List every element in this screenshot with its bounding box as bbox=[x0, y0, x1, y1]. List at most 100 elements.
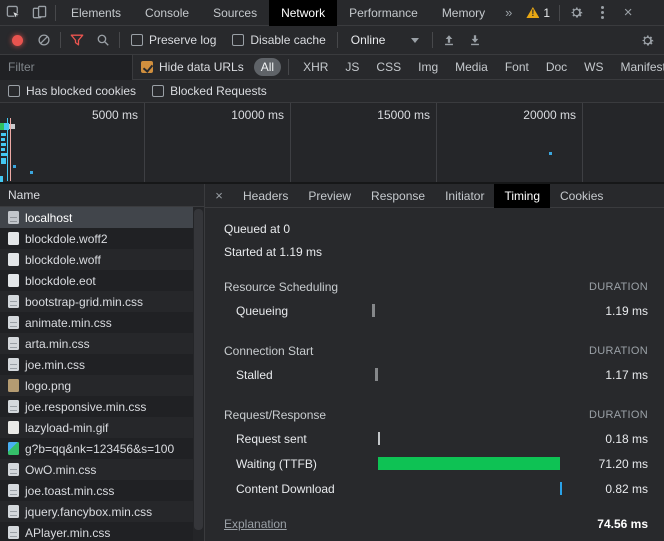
filter-input[interactable] bbox=[0, 55, 133, 80]
explanation-link[interactable]: Explanation bbox=[224, 517, 287, 531]
request-row[interactable]: blockdole.eot bbox=[0, 270, 193, 291]
tab-console[interactable]: Console bbox=[133, 0, 201, 26]
resource-type-ws[interactable]: WS bbox=[577, 58, 610, 76]
throttling-value: Online bbox=[351, 33, 386, 47]
resource-type-manifest[interactable]: Manifest bbox=[614, 58, 664, 76]
timing-bar bbox=[372, 304, 375, 317]
tab-sources[interactable]: Sources bbox=[201, 0, 269, 26]
warnings-badge[interactable]: ! 1 bbox=[520, 6, 556, 20]
request-row[interactable]: lazyload-min.gif bbox=[0, 417, 193, 438]
hide-data-urls-checkbox[interactable]: Hide data URLs bbox=[133, 60, 252, 74]
request-row[interactable]: joe.responsive.min.css bbox=[0, 396, 193, 417]
overview-gridline bbox=[144, 103, 145, 182]
image-color-file-icon bbox=[8, 442, 19, 455]
timing-row: Request sent 0.18 ms bbox=[224, 426, 648, 451]
queued-at-text: Queued at 0 bbox=[224, 222, 648, 236]
requests-panel: Name localhost blockdole.woff2blockdole.w… bbox=[0, 184, 205, 541]
timing-row-value: 0.18 ms bbox=[564, 432, 648, 446]
resource-type-media[interactable]: Media bbox=[448, 58, 495, 76]
stylesheet-file-icon bbox=[8, 400, 19, 413]
request-name: localhost bbox=[25, 211, 72, 225]
request-name: jquery.fancybox.min.css bbox=[25, 505, 152, 519]
tab-memory[interactable]: Memory bbox=[430, 0, 497, 26]
network-toolbar: Preserve log Disable cache Online bbox=[0, 26, 664, 55]
request-row[interactable]: logo.png bbox=[0, 375, 193, 396]
request-row[interactable]: OwO.min.css bbox=[0, 459, 193, 480]
request-detail-panel: × HeadersPreviewResponseInitiatorTimingC… bbox=[205, 184, 664, 541]
request-row[interactable]: joe.toast.min.css bbox=[0, 480, 193, 501]
timing-bar bbox=[560, 482, 562, 495]
overview-waterfall-mark bbox=[1, 153, 8, 156]
divider bbox=[119, 32, 120, 48]
detail-tab-initiator[interactable]: Initiator bbox=[435, 184, 494, 208]
clear-network-log-icon[interactable] bbox=[31, 28, 57, 52]
resource-type-js[interactable]: JS bbox=[338, 58, 366, 76]
resource-type-css[interactable]: CSS bbox=[369, 58, 408, 76]
resource-type-font[interactable]: Font bbox=[498, 58, 536, 76]
timing-row: Content Download0.82 ms bbox=[224, 476, 648, 501]
timing-bar-lane bbox=[372, 304, 564, 317]
overview-tick-label: 15000 ms bbox=[300, 108, 430, 122]
record-network-log-button[interactable] bbox=[12, 35, 23, 46]
settings-gear-icon[interactable] bbox=[563, 1, 589, 25]
more-tabs-icon[interactable]: » bbox=[497, 5, 520, 20]
blocked-requests-checkbox[interactable]: Blocked Requests bbox=[144, 84, 275, 98]
request-row[interactable]: blockdole.woff2 bbox=[0, 228, 193, 249]
divider bbox=[559, 5, 560, 21]
detail-tab-headers[interactable]: Headers bbox=[233, 184, 298, 208]
inspect-element-icon[interactable] bbox=[0, 1, 26, 25]
name-column-header[interactable]: Name bbox=[0, 184, 204, 207]
kebab-menu-icon[interactable] bbox=[589, 1, 615, 25]
import-har-icon[interactable] bbox=[436, 28, 462, 52]
timing-row-label: Request sent bbox=[224, 432, 372, 446]
requests-scrollbar[interactable] bbox=[193, 207, 204, 541]
request-row[interactable]: blockdole.woff bbox=[0, 249, 193, 270]
tab-elements[interactable]: Elements bbox=[59, 0, 133, 26]
network-main-area: Name localhost blockdole.woff2blockdole.w… bbox=[0, 184, 664, 541]
request-row[interactable]: localhost bbox=[0, 207, 193, 228]
throttling-dropdown[interactable]: Online bbox=[341, 33, 430, 47]
timing-section-title: Resource Scheduling bbox=[224, 280, 588, 294]
overview-waterfall-mark bbox=[13, 165, 16, 168]
close-detail-icon[interactable]: × bbox=[205, 188, 233, 203]
resource-type-img[interactable]: Img bbox=[411, 58, 445, 76]
resource-type-all[interactable]: All bbox=[254, 58, 281, 76]
overview-tick-label: 5000 ms bbox=[8, 108, 138, 122]
filter-toggle-icon[interactable] bbox=[64, 28, 90, 52]
disable-cache-checkbox[interactable]: Disable cache bbox=[224, 33, 333, 47]
detail-tab-cookies[interactable]: Cookies bbox=[550, 184, 613, 208]
detail-tab-preview[interactable]: Preview bbox=[298, 184, 361, 208]
request-row[interactable]: arta.min.css bbox=[0, 333, 193, 354]
device-toolbar-icon[interactable] bbox=[26, 1, 52, 25]
tab-network[interactable]: Network bbox=[269, 0, 337, 26]
search-icon[interactable] bbox=[90, 28, 116, 52]
close-devtools-icon[interactable]: × bbox=[615, 1, 641, 25]
timing-bar bbox=[378, 457, 559, 470]
resource-type-xhr[interactable]: XHR bbox=[296, 58, 335, 76]
font-file-icon bbox=[8, 253, 19, 266]
requests-list: localhost blockdole.woff2blockdole.woffbl… bbox=[0, 207, 204, 541]
scrollbar-thumb[interactable] bbox=[194, 209, 203, 530]
request-row[interactable]: g?b=qq&nk=123456&s=100 bbox=[0, 438, 193, 459]
request-row[interactable]: bootstrap-grid.min.css bbox=[0, 291, 193, 312]
export-har-icon[interactable] bbox=[462, 28, 488, 52]
detail-tab-timing[interactable]: Timing bbox=[494, 184, 550, 208]
request-row[interactable]: animate.min.css bbox=[0, 312, 193, 333]
network-overview-timeline[interactable]: 5000 ms10000 ms15000 ms20000 ms bbox=[0, 103, 664, 184]
detail-tab-response[interactable]: Response bbox=[361, 184, 435, 208]
total-duration-text: 74.56 ms bbox=[597, 517, 648, 531]
timing-row: Queueing1.19 ms bbox=[224, 298, 648, 323]
tab-performance[interactable]: Performance bbox=[337, 0, 430, 26]
resource-type-doc[interactable]: Doc bbox=[539, 58, 574, 76]
timing-row-value: 1.19 ms bbox=[564, 304, 648, 318]
request-row[interactable]: joe.min.css bbox=[0, 354, 193, 375]
request-row[interactable]: jquery.fancybox.min.css bbox=[0, 501, 193, 522]
has-blocked-cookies-checkbox[interactable]: Has blocked cookies bbox=[0, 84, 144, 98]
request-row[interactable]: APlayer.min.css bbox=[0, 522, 193, 541]
timing-bar-lane bbox=[372, 432, 564, 445]
request-name: joe.responsive.min.css bbox=[25, 400, 146, 414]
network-settings-gear-icon[interactable] bbox=[634, 28, 660, 52]
timing-row-value: 1.17 ms bbox=[564, 368, 648, 382]
request-name: g?b=qq&nk=123456&s=100 bbox=[25, 442, 174, 456]
preserve-log-checkbox[interactable]: Preserve log bbox=[123, 33, 224, 47]
